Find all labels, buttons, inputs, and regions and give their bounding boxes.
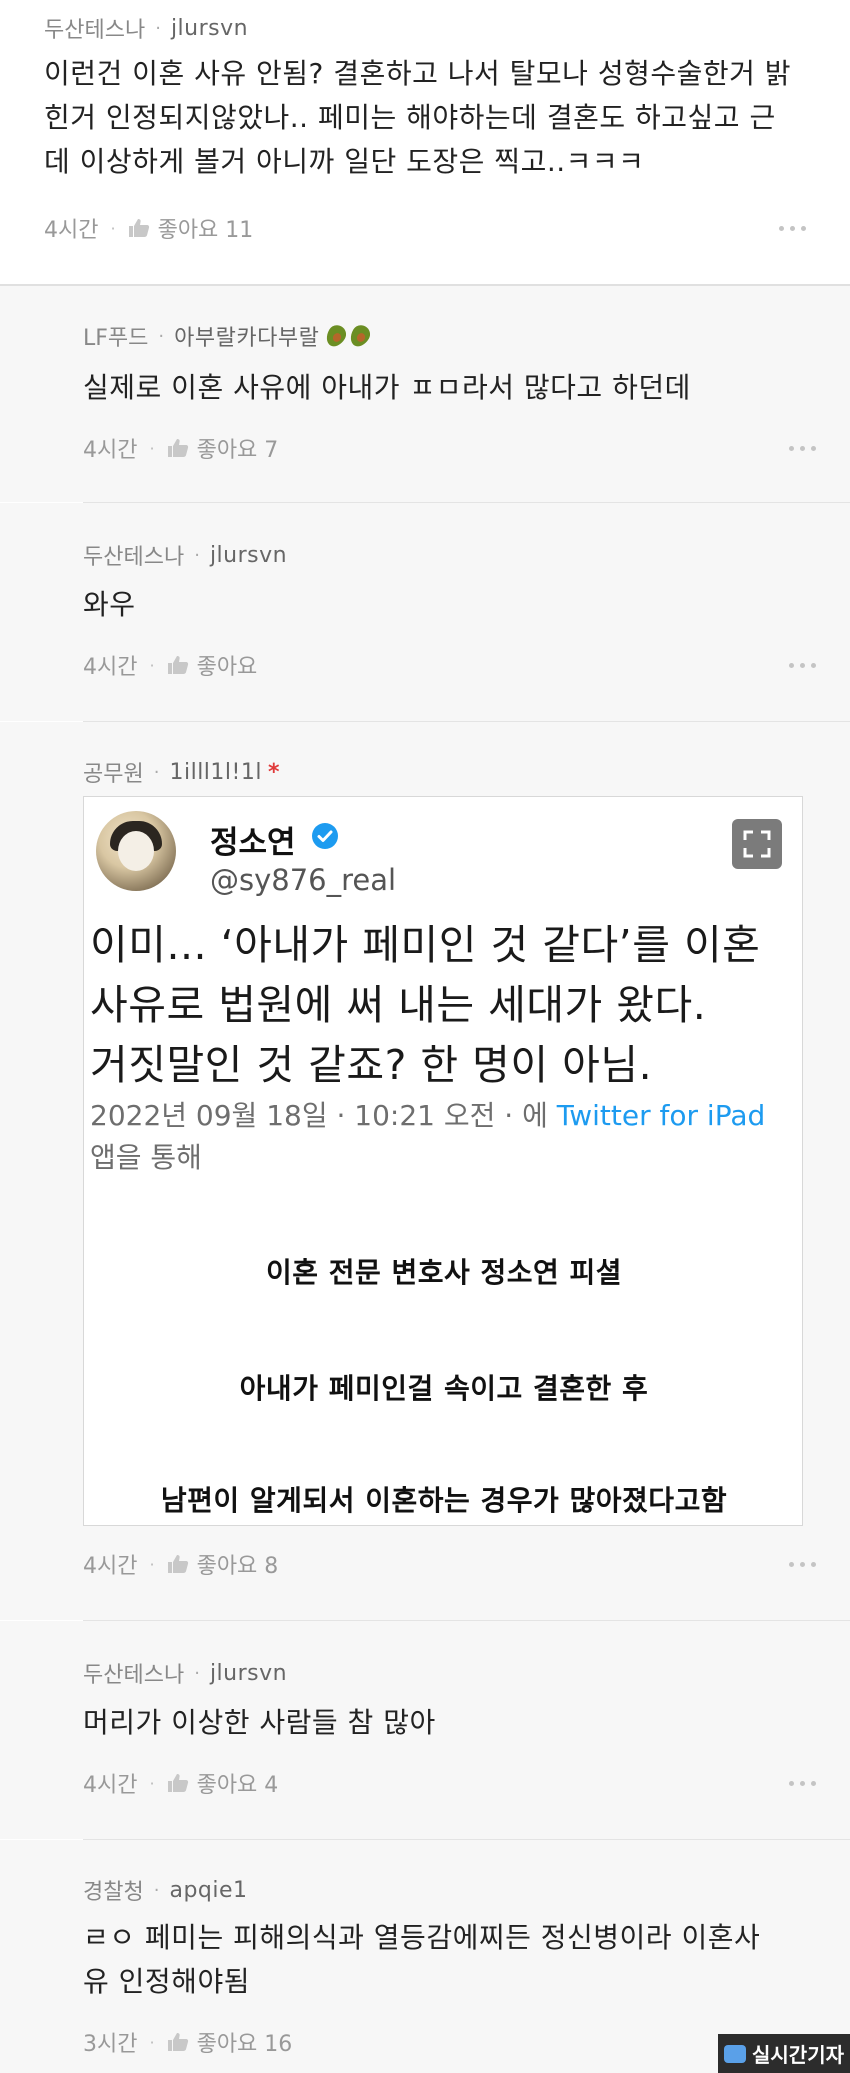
company-name: 경찰청	[83, 1880, 144, 1905]
new-badge: *	[267, 759, 280, 785]
comment-time: 4시간	[83, 1554, 138, 1579]
more-dots-icon[interactable]	[789, 1562, 816, 1567]
comment-text: 실제로 이혼 사유에 아내가 ㅍㅁ라서 많다고 하던데	[83, 366, 823, 410]
tweet-author-handle: @sy876_real	[210, 863, 397, 897]
watermark: 실시간기자	[718, 2034, 850, 2073]
comment-text-line: 실제로 이혼 사유에 아내가 ㅍㅁ라서 많다고 하던데	[83, 371, 691, 404]
thumbs-up-icon[interactable]	[128, 218, 150, 238]
footer-separator: ·	[110, 218, 116, 238]
watermark-logo-icon	[724, 2044, 746, 2063]
comment-time: 4시간	[83, 438, 138, 463]
comment-5: 두산테스나 · jlursvn 머리가 이상한 사람들 참 많아 4시간 · 좋…	[0, 1621, 850, 1839]
comment-meta: LF푸드 · 아부랄카다부랄	[83, 320, 371, 352]
comment-text-line: ㄹㅇ 페미는 피해의식과 열등감에찌든 정신병이라 이혼사	[83, 1921, 761, 1954]
comment-time: 4시간	[44, 218, 99, 243]
footer-separator: ·	[149, 438, 155, 458]
comment-meta: 경찰청 · apqie1	[83, 1874, 248, 1906]
comment-text: 머리가 이상한 사람들 참 많아	[83, 1701, 823, 1745]
tweet-timestamp: 2022년 09월 18일 · 10:21 오전 · 에 Twitter for…	[90, 1095, 800, 1179]
meta-separator: ·	[194, 544, 200, 566]
thumbs-up-icon[interactable]	[167, 2032, 189, 2052]
comment-text-line: 이런건 이혼 사유 안됨? 결혼하고 나서 탈모나 성형수술한거 밝	[44, 57, 792, 90]
expand-icon[interactable]	[732, 819, 782, 869]
footer-separator: ·	[149, 1773, 155, 1793]
more-dots-icon[interactable]	[789, 1781, 816, 1786]
thumbs-up-icon[interactable]	[167, 1773, 189, 1793]
tweet-text: 이미... ‘아내가 페미인 것 같다’를 이혼 사유로 법원에 써 내는 세대…	[90, 915, 800, 1095]
caption-line: 이혼 전문 변호사 정소연 피셜	[265, 1256, 623, 1289]
comment-3: 두산테스나 · jlursvn 와우 4시간 · 좋아요	[0, 503, 850, 721]
username[interactable]: 아부랄카다부랄	[174, 320, 319, 352]
username[interactable]: jlursvn	[210, 543, 287, 568]
meta-separator: ·	[153, 1879, 160, 1901]
footer-separator: ·	[149, 2032, 155, 2052]
more-dots-icon[interactable]	[789, 663, 816, 668]
comment-text-line: 유 인정해야됨	[83, 1965, 250, 1998]
tweet-date: 2022년 09월 18일 · 10:21 오전 · 에	[90, 1099, 548, 1132]
comment-footer: 4시간 · 좋아요 7	[83, 432, 850, 464]
company-name: LF푸드	[83, 326, 149, 351]
tweet-text-line: 이미... ‘아내가 페미인 것 같다’를 이혼	[90, 921, 761, 969]
comment-image[interactable]: 정소연 @sy876_real 이미... ‘아내가 페미인 것 같다’를 이혼…	[83, 796, 803, 1526]
company-name: 두산테스나	[83, 1663, 185, 1688]
footer-separator: ·	[149, 655, 155, 675]
tweet-text-line: 사유로 법원에 써 내는 세대가 왔다.	[90, 981, 707, 1029]
company-name: 공무원	[83, 762, 144, 787]
caption-line: 남편이 알게되서 이혼하는 경우가 많아졌다고함	[160, 1484, 728, 1517]
comment-time: 3시간	[83, 2032, 138, 2057]
comment-text: ㄹㅇ 페미는 피해의식과 열등감에찌든 정신병이라 이혼사 유 인정해야됨	[83, 1916, 823, 2004]
comment-footer: 4시간 · 좋아요 4	[83, 1767, 850, 1799]
comment-1: 두산테스나 · jlursvn 이런건 이혼 사유 안됨? 결혼하고 나서 탈모…	[0, 0, 850, 284]
meta-separator: ·	[158, 325, 165, 347]
verified-badge-icon	[310, 821, 340, 851]
comment-meta: 두산테스나 · jlursvn	[44, 12, 248, 44]
thumbs-up-icon[interactable]	[167, 1554, 189, 1574]
tweet-date-line2: 앱을 통해	[90, 1141, 202, 1174]
thumbs-up-icon[interactable]	[167, 438, 189, 458]
meta-separator: ·	[194, 1662, 200, 1684]
avocado-emoji	[323, 323, 371, 349]
comment-footer: 4시간 · 좋아요 8	[83, 1548, 850, 1580]
thumbs-up-icon[interactable]	[167, 655, 189, 675]
comment-text-line: 머리가 이상한 사람들 참 많아	[83, 1706, 436, 1739]
comment-meta: 공무원 · 1illl1l!1l *	[83, 756, 279, 788]
like-label[interactable]: 좋아요	[197, 649, 258, 681]
like-label[interactable]: 좋아요 11	[158, 212, 254, 244]
comment-footer: 4시간 · 좋아요 11	[44, 212, 850, 244]
meta-separator: ·	[153, 761, 160, 783]
footer-separator: ·	[149, 1554, 155, 1574]
username[interactable]: apqie1	[169, 1878, 247, 1903]
username[interactable]: 1illl1l!1l	[169, 760, 261, 785]
comment-text: 와우	[83, 583, 823, 627]
like-label[interactable]: 좋아요 16	[197, 2026, 293, 2058]
like-label[interactable]: 좋아요 4	[197, 1767, 279, 1799]
caption-line: 아내가 페미인걸 속이고 결혼한 후	[239, 1372, 649, 1405]
like-label[interactable]: 좋아요 7	[197, 432, 279, 464]
more-dots-icon[interactable]	[789, 446, 816, 451]
comment-text-line: 와우	[83, 588, 136, 621]
comment-footer: 4시간 · 좋아요	[83, 649, 850, 681]
username[interactable]: jlursvn	[171, 16, 248, 41]
company-name: 두산테스나	[83, 545, 185, 570]
comment-text-line: 데 이상하게 볼거 아니까 일단 도장은 찍고..ㅋㅋㅋ	[44, 145, 645, 178]
company-name: 두산테스나	[44, 18, 146, 43]
meta-separator: ·	[155, 17, 161, 39]
tweet-text-line: 거짓말인 것 같죠? 한 명이 아님.	[90, 1041, 653, 1089]
comment-text-line: 힌거 인정되지않았나.. 페미는 해야하는데 결혼도 하고싶고 근	[44, 101, 776, 134]
tweet-source: Twitter for iPad	[556, 1099, 766, 1132]
watermark-text: 실시간기자	[752, 2043, 844, 2067]
avatar	[96, 811, 176, 891]
comment-time: 4시간	[83, 1773, 138, 1798]
comment-text: 이런건 이혼 사유 안됨? 결혼하고 나서 탈모나 성형수술한거 밝 힌거 인정…	[44, 52, 834, 184]
like-label[interactable]: 좋아요 8	[197, 1548, 279, 1580]
comment-time: 4시간	[83, 655, 138, 680]
more-dots-icon[interactable]	[779, 226, 806, 231]
username[interactable]: jlursvn	[210, 1661, 287, 1686]
comment-2: LF푸드 · 아부랄카다부랄 실제로 이혼 사유에 아내가 ㅍㅁ라서 많다고 하…	[0, 286, 850, 502]
tweet-author-name: 정소연	[210, 825, 296, 861]
comment-meta: 두산테스나 · jlursvn	[83, 539, 287, 571]
comment-meta: 두산테스나 · jlursvn	[83, 1657, 287, 1689]
